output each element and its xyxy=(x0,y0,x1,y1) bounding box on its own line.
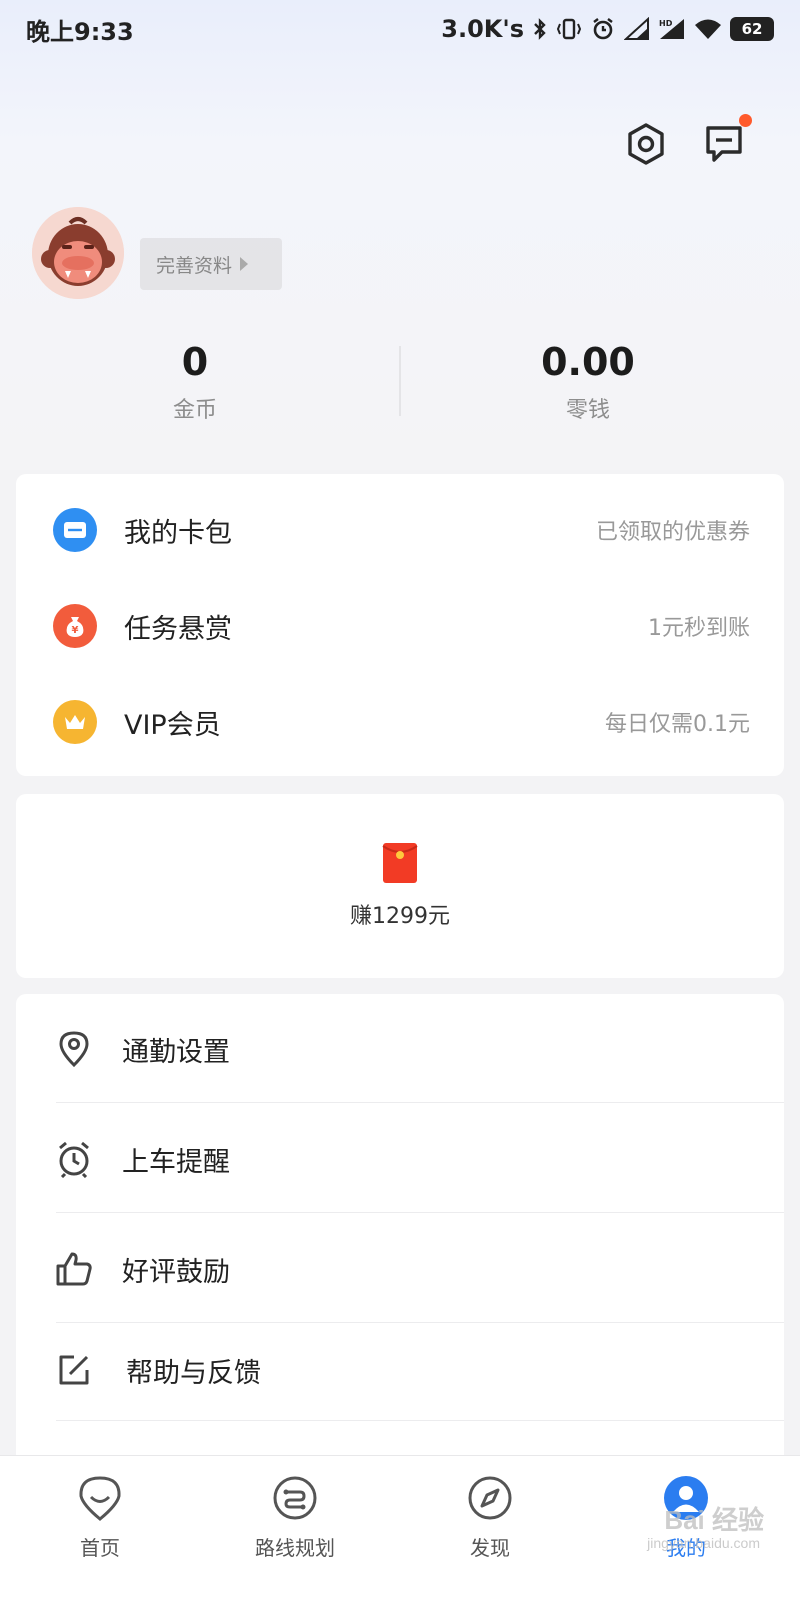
card-wallet-icon xyxy=(53,508,97,552)
tab-discover-label: 发现 xyxy=(470,1536,510,1560)
promo-card: 赚1299元 xyxy=(16,794,784,978)
commute-settings-label: 通勤设置 xyxy=(122,1036,230,1068)
edit-icon xyxy=(54,1350,94,1390)
settings-icon xyxy=(628,123,664,165)
row-divider xyxy=(56,1102,784,1103)
bluetooth-icon xyxy=(534,18,546,40)
chevron-right-icon xyxy=(240,257,249,271)
card-wallet-hint: 已领取的优惠券 xyxy=(595,520,750,545)
menu-item-task-reward[interactable]: ¥ 任务悬赏 1元秒到账 xyxy=(16,578,784,674)
menu-item-vip[interactable]: VIP会员 每日仅需0.1元 xyxy=(16,674,784,770)
avatar[interactable] xyxy=(32,207,124,299)
wifi-icon xyxy=(695,19,721,39)
message-icon xyxy=(706,126,742,162)
menu-item-card-wallet[interactable]: 我的卡包 已领取的优惠券 xyxy=(16,482,784,578)
tab-route-planning-label: 路线规划 xyxy=(255,1536,335,1560)
task-reward-hint: 1元秒到账 xyxy=(648,616,750,641)
svg-text:HD: HD xyxy=(659,19,673,28)
vip-label: VIP会员 xyxy=(124,709,221,741)
change-label: 零钱 xyxy=(565,398,610,423)
location-pin-icon xyxy=(54,1029,94,1069)
crown-icon xyxy=(53,700,97,744)
boarding-reminder-label: 上车提醒 xyxy=(122,1146,230,1178)
signal-icon xyxy=(624,17,649,40)
money-bag-icon: ¥ xyxy=(53,604,97,648)
menu-item-commute-settings[interactable]: 通勤设置 xyxy=(16,994,784,1104)
tab-route-planning[interactable]: 路线规划 xyxy=(195,1474,395,1574)
row-divider xyxy=(56,1420,784,1421)
battery-icon: 62 xyxy=(730,17,774,41)
coins-stat[interactable]: 0 金币 xyxy=(45,340,345,424)
wallet-card: 我的卡包 已领取的优惠券 ¥ 任务悬赏 1元秒到账 VIP会员 每日仅需0.1元 xyxy=(16,474,784,776)
earn-promo[interactable]: 赚1299元 xyxy=(16,794,784,978)
complete-profile-button[interactable]: 完善资料 xyxy=(140,238,282,290)
help-feedback-label: 帮助与反馈 xyxy=(126,1357,261,1389)
route-icon xyxy=(271,1474,319,1522)
network-speed: 3.0K's xyxy=(441,15,524,43)
hd-signal-icon: HD xyxy=(659,19,684,39)
home-icon xyxy=(76,1474,124,1522)
watermark-url: jingyan.baidu.com xyxy=(647,1535,760,1551)
message-button[interactable] xyxy=(698,114,752,170)
watermark-logo: Bai 经验 xyxy=(664,1505,764,1535)
complete-profile-label: 完善资料 xyxy=(156,254,233,277)
stats-divider xyxy=(399,346,401,416)
vibrate-icon xyxy=(556,18,582,40)
menu-item-rate-app[interactable]: 好评鼓励 xyxy=(16,1214,784,1324)
monkey-avatar-icon xyxy=(32,207,124,299)
compass-icon xyxy=(466,1474,514,1522)
status-bar: 晚上9:33 3.0K's HD 62 xyxy=(0,0,800,58)
change-stat[interactable]: 0.00 零钱 xyxy=(438,340,738,424)
earn-label: 赚1299元 xyxy=(350,904,450,929)
tab-home-label: 首页 xyxy=(80,1536,120,1560)
status-time: 晚上9:33 xyxy=(26,17,134,46)
alarm-clock-icon xyxy=(54,1139,94,1179)
tab-home[interactable]: 首页 xyxy=(0,1474,200,1574)
row-divider xyxy=(56,1212,784,1213)
card-wallet-label: 我的卡包 xyxy=(124,517,232,549)
menu-item-help-feedback[interactable]: 帮助与反馈 xyxy=(16,1320,784,1420)
rate-app-label: 好评鼓励 xyxy=(122,1256,230,1288)
notification-dot xyxy=(739,114,752,127)
settings-button[interactable] xyxy=(620,118,672,170)
vip-hint: 每日仅需0.1元 xyxy=(605,712,750,737)
svg-text:¥: ¥ xyxy=(72,625,79,636)
settings-card: 通勤设置 上车提醒 好评鼓励 帮助与反馈 xyxy=(16,994,784,1464)
alarm-icon xyxy=(593,18,613,40)
task-reward-label: 任务悬赏 xyxy=(124,613,232,645)
coins-value: 0 xyxy=(181,340,209,384)
menu-item-boarding-reminder[interactable]: 上车提醒 xyxy=(16,1104,784,1214)
tab-discover[interactable]: 发现 xyxy=(390,1474,590,1574)
thumbs-up-icon xyxy=(54,1249,94,1289)
change-value: 0.00 xyxy=(541,340,635,384)
red-envelope-icon xyxy=(382,843,418,883)
status-icons: 3.0K's HD 62 xyxy=(441,15,774,43)
coins-label: 金币 xyxy=(172,398,217,423)
